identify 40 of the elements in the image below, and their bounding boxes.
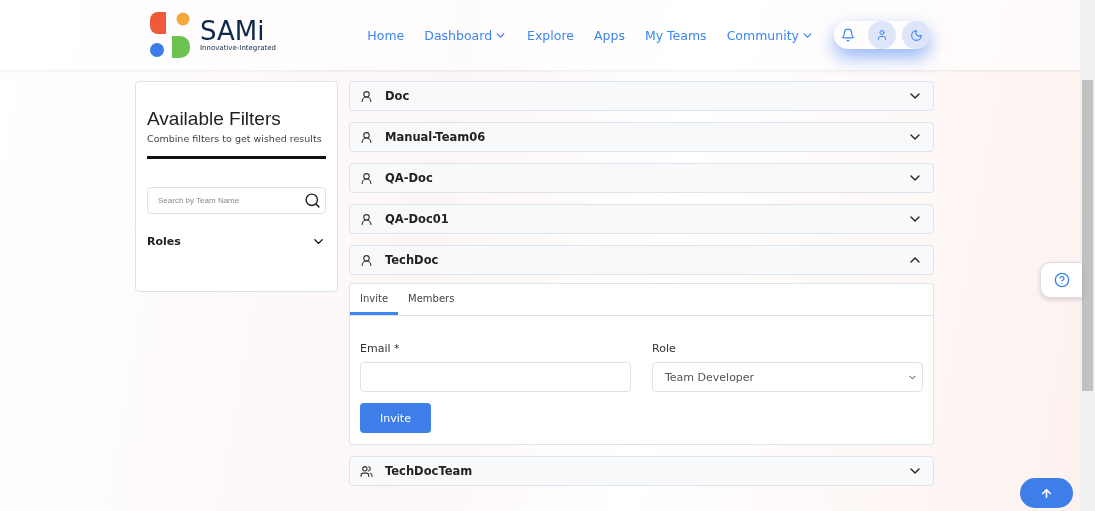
- person-icon: [360, 253, 373, 267]
- arrow-up-icon[interactable]: [1040, 486, 1053, 500]
- user-icon[interactable]: [868, 21, 896, 49]
- search-icon[interactable]: [304, 192, 321, 209]
- person-icon: [360, 212, 373, 226]
- people-icon: [360, 464, 373, 478]
- logo-name: SAMi: [200, 18, 265, 44]
- team-row[interactable]: Doc: [349, 81, 934, 111]
- team-row[interactable]: TechDocTeam: [349, 456, 934, 486]
- search-bar[interactable]: Search by Team Name: [147, 187, 326, 214]
- roles-label[interactable]: Roles: [147, 235, 181, 248]
- team-row[interactable]: Manual-Team06: [349, 122, 934, 152]
- nav-link[interactable]: Apps: [594, 27, 625, 43]
- scrollbar[interactable]: [1080, 0, 1095, 511]
- role-select[interactable]: Team Developer: [652, 362, 923, 392]
- nav-link[interactable]: Dashboard: [424, 27, 508, 43]
- panel-tab[interactable]: Invite: [350, 284, 399, 315]
- email-field[interactable]: [360, 362, 631, 392]
- scroll-top-button[interactable]: [1020, 478, 1073, 508]
- nav-link[interactable]: Home: [367, 27, 405, 43]
- panel-tab[interactable]: Members: [398, 284, 465, 315]
- person-icon: [360, 171, 373, 185]
- help-button[interactable]: [1040, 262, 1082, 298]
- logo-icon: [150, 12, 192, 58]
- help-icon[interactable]: [1053, 272, 1070, 288]
- nav-link[interactable]: Explore: [527, 27, 574, 43]
- team-row[interactable]: QA-Doc01: [349, 204, 934, 234]
- role-label: Role: [652, 342, 677, 355]
- filters-title: Available Filters: [147, 108, 282, 130]
- nav-link[interactable]: Community: [726, 27, 814, 43]
- email-label: Email *: [360, 342, 401, 355]
- nav-link[interactable]: My Teams: [644, 27, 707, 43]
- team-row[interactable]: TechDoc: [349, 245, 934, 275]
- team-row[interactable]: QA-Doc: [349, 163, 934, 193]
- invite-button[interactable]: Invite: [360, 403, 431, 433]
- person-icon: [360, 89, 373, 103]
- moon-icon[interactable]: [902, 21, 930, 49]
- filters-subtitle: Combine filters to get wished results: [147, 133, 323, 144]
- person-icon: [360, 130, 373, 144]
- search-field[interactable]: Search by Team Name: [156, 195, 304, 206]
